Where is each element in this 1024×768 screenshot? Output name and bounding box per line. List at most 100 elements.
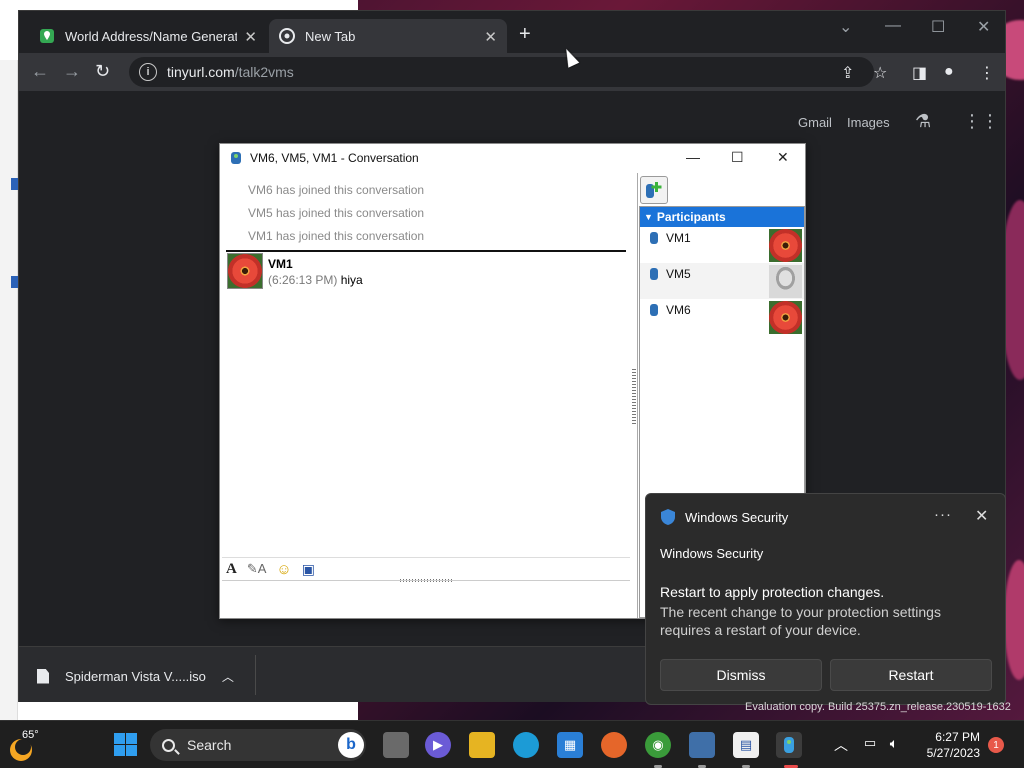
participants-header[interactable]: ▼ Participants [640, 207, 804, 227]
participant-name: VM1 [666, 231, 691, 245]
labs-flask-icon[interactable]: ⚗ [915, 111, 931, 132]
messenger-taskbar-icon[interactable] [776, 732, 802, 758]
tab-strip: World Address/Name Generator ✕ New Tab ✕… [19, 11, 1005, 53]
toast-body: The recent change to your protection set… [660, 604, 941, 638]
firefox-icon[interactable] [601, 732, 627, 758]
tab-new-tab[interactable]: New Tab ✕ [269, 19, 507, 53]
new-tab-icon[interactable]: + [519, 24, 531, 44]
restart-button[interactable]: Restart [830, 659, 992, 691]
task-view-icon[interactable] [383, 732, 409, 758]
more-options-icon[interactable]: ··· [934, 506, 952, 523]
weather-temperature: 65° [22, 729, 39, 741]
participant-item[interactable]: VM1 [640, 227, 804, 263]
tab-search-icon[interactable]: ⌄ [839, 17, 852, 37]
reload-icon[interactable]: ↻ [95, 62, 110, 80]
map-pin-icon [39, 28, 55, 44]
notification-badge[interactable]: 1 [988, 737, 1004, 753]
maximize-icon[interactable]: ☐ [931, 17, 945, 37]
shield-icon [661, 509, 675, 525]
security-toast: Windows Security ··· ✕ Windows Security … [645, 493, 1006, 705]
conversation-title: VM6, VM5, VM1 - Conversation [250, 151, 419, 165]
images-link[interactable]: Images [847, 115, 890, 130]
close-icon[interactable]: ✕ [777, 149, 789, 166]
avatar [227, 253, 263, 289]
back-icon[interactable]: ← [31, 62, 49, 80]
system-message: VM6 has joined this conversation [248, 183, 425, 197]
apps-grid-icon[interactable]: ⋮⋮ [963, 111, 999, 132]
chevron-up-icon[interactable]: ︿ [834, 735, 848, 755]
add-participant-button[interactable] [640, 176, 668, 204]
close-icon[interactable]: ✕ [975, 506, 988, 526]
participant-item[interactable]: VM5 [640, 263, 804, 299]
message-input[interactable] [222, 582, 630, 618]
tab-label: World Address/Name Generator [65, 28, 237, 44]
taskbar-search[interactable]: Search b [150, 729, 366, 761]
minimize-icon[interactable]: — [885, 17, 901, 35]
download-filename: Spiderman Vista V.....iso [65, 668, 206, 684]
weather-widget[interactable]: 65° [10, 729, 42, 761]
text-color-icon[interactable]: ✎A [247, 561, 267, 577]
file-explorer-icon[interactable] [469, 732, 495, 758]
clock[interactable]: 6:27 PM 5/27/2023 [918, 729, 980, 761]
side-panel-icon[interactable]: ◨ [912, 63, 927, 83]
menu-icon[interactable]: ⋮ [979, 63, 995, 83]
gmail-link[interactable]: Gmail [798, 115, 832, 130]
download-separator [255, 655, 256, 695]
message-line: (6:26:13 PM) hiya [268, 273, 363, 287]
format-toolbar: A ✎A ☺ ▣ [222, 557, 630, 581]
maximize-icon[interactable]: ☐ [731, 149, 744, 166]
file-icon [37, 668, 49, 684]
avatar [769, 229, 802, 262]
toast-source: Windows Security [660, 546, 764, 561]
site-info-icon[interactable]: i [139, 63, 157, 81]
participants-label: Participants [656, 210, 726, 224]
toast-header: Windows Security [660, 508, 788, 526]
system-message: VM5 has joined this conversation [248, 206, 425, 220]
remote-desktop-icon[interactable] [689, 732, 715, 758]
search-placeholder: Search [187, 737, 232, 753]
forward-icon[interactable]: → [63, 62, 81, 80]
chevron-up-icon[interactable]: ︿ [222, 668, 234, 685]
chat-icon[interactable]: ▶ [425, 732, 451, 758]
close-icon[interactable]: ✕ [484, 28, 497, 46]
participant-item[interactable]: VM6 [640, 299, 804, 335]
toast-app-name: Windows Security [685, 509, 789, 525]
clock-time: 6:27 PM [935, 730, 980, 744]
share-icon[interactable]: ⇪ [841, 63, 854, 83]
save-icon[interactable]: ▣ [302, 561, 315, 578]
messenger-icon [231, 152, 241, 164]
edge-icon[interactable] [513, 732, 539, 758]
chrome-icon[interactable]: ◉ [645, 732, 671, 758]
profile-icon[interactable]: ● [944, 63, 954, 81]
message-text: hiya [340, 273, 363, 287]
user-icon [650, 304, 658, 316]
store-icon[interactable]: ▦ [557, 732, 583, 758]
font-icon[interactable]: A [226, 561, 237, 578]
tab-label: New Tab [305, 28, 356, 44]
url-path: /talk2vms [234, 64, 294, 80]
close-icon[interactable]: ✕ [244, 28, 257, 46]
volume-icon[interactable]: 🔈︎ [884, 733, 904, 753]
address-bar[interactable]: i tinyurl.com/talk2vms [129, 57, 874, 87]
tab-world-address[interactable]: World Address/Name Generator ✕ [29, 19, 267, 53]
history-divider [226, 250, 626, 252]
app-window-icon[interactable]: ▤ [733, 732, 759, 758]
message-time: (6:26:13 PM) [268, 273, 338, 287]
vertical-splitter[interactable] [632, 369, 636, 424]
conversation-titlebar[interactable]: VM6, VM5, VM1 - Conversation — ☐ ✕ [220, 144, 805, 172]
minimize-icon[interactable]: — [686, 149, 700, 165]
start-icon[interactable] [113, 732, 139, 758]
panel-divider [637, 173, 638, 618]
network-icon[interactable]: ▭ [860, 733, 880, 753]
bing-icon[interactable]: b [338, 732, 364, 758]
chrome-icon [279, 28, 295, 44]
download-item[interactable]: Spiderman Vista V.....iso ︿ [37, 659, 234, 693]
close-window-icon[interactable]: ✕ [977, 17, 990, 37]
wallpaper-petal [1004, 560, 1024, 680]
chat-history[interactable]: VM6 has joined this conversation VM5 has… [222, 173, 632, 584]
background-window-marker [11, 178, 18, 190]
bookmark-star-icon[interactable]: ☆ [873, 63, 887, 83]
dismiss-button[interactable]: Dismiss [660, 659, 822, 691]
clock-date: 5/27/2023 [926, 746, 980, 760]
emoticon-icon[interactable]: ☺ [276, 561, 291, 578]
